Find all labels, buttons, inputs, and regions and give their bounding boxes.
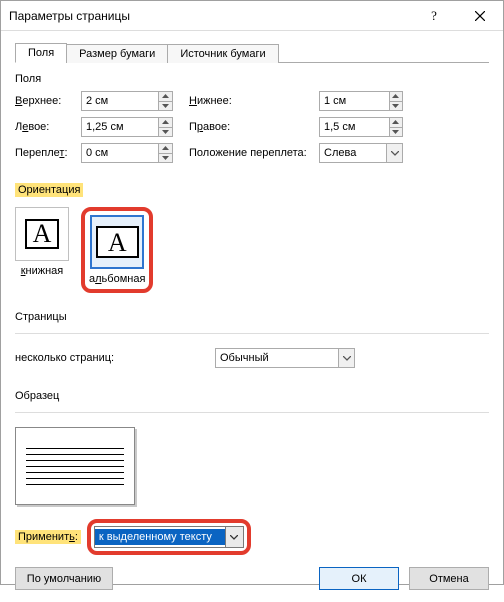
right-margin-value[interactable] <box>320 118 389 136</box>
apply-label: Применить: <box>15 530 81 544</box>
group-pages-label: Страницы <box>15 311 489 323</box>
landscape-label: альбомная <box>89 273 145 285</box>
apply-to-value: к выделенному тексту <box>95 529 225 545</box>
window-title: Параметры страницы <box>9 9 411 23</box>
highlight-orientation: A альбомная <box>81 207 153 293</box>
gutter-pos-combo[interactable]: Слева <box>319 143 403 163</box>
tab-paper-source[interactable]: Источник бумаги <box>167 44 278 63</box>
gutter-pos-value: Слева <box>320 147 386 159</box>
help-button[interactable]: ? <box>411 1 457 31</box>
portrait-label: книжная <box>21 265 64 277</box>
apply-row: Применить: к выделенному тексту <box>15 519 489 555</box>
bottom-margin-label: Нижнее: <box>189 95 319 107</box>
landscape-icon: A <box>90 215 144 269</box>
right-margin-input[interactable] <box>319 117 403 137</box>
cancel-button[interactable]: Отмена <box>409 567 489 590</box>
preview-page-icon <box>15 427 135 505</box>
svg-text:?: ? <box>431 10 437 22</box>
spin-up-icon[interactable] <box>390 118 402 128</box>
gutter-pos-label: Положение переплета: <box>189 147 319 159</box>
apply-to-combo[interactable]: к выделенному тексту <box>94 526 244 548</box>
spin-down-icon[interactable] <box>390 128 402 137</box>
gutter-input[interactable] <box>81 143 173 163</box>
chevron-down-icon[interactable] <box>386 144 402 162</box>
dialog-content: Поля Размер бумаги Источник бумаги Поля … <box>1 31 503 602</box>
orientation-portrait[interactable]: A книжная <box>15 207 69 293</box>
multi-pages-value: Обычный <box>216 352 338 364</box>
spin-down-icon[interactable] <box>159 154 172 163</box>
right-margin-label: Правое: <box>189 121 319 133</box>
defaults-button[interactable]: По умолчанию <box>15 567 113 590</box>
ok-button[interactable]: ОК <box>319 567 399 590</box>
spin-up-icon[interactable] <box>159 144 172 154</box>
orientation-landscape[interactable]: A альбомная <box>89 215 145 285</box>
left-margin-input[interactable] <box>81 117 173 137</box>
spin-down-icon[interactable] <box>390 102 402 111</box>
tab-margins[interactable]: Поля <box>15 43 67 63</box>
group-orientation-label: Ориентация <box>15 183 83 197</box>
footer: По умолчанию ОК Отмена <box>15 567 489 590</box>
top-margin-input[interactable] <box>81 91 173 111</box>
top-margin-value[interactable] <box>82 92 158 110</box>
chevron-down-icon[interactable] <box>225 527 243 547</box>
tab-strip: Поля Размер бумаги Источник бумаги <box>15 39 489 63</box>
highlight-apply: к выделенному тексту <box>87 519 251 555</box>
spin-up-icon[interactable] <box>159 118 172 128</box>
pages-row: несколько страниц: Обычный <box>15 348 489 368</box>
left-margin-label: Левое: <box>15 121 81 133</box>
multi-pages-label: несколько страниц: <box>15 352 205 364</box>
multi-pages-combo[interactable]: Обычный <box>215 348 355 368</box>
left-margin-value[interactable] <box>82 118 158 136</box>
gutter-label: Переплет: <box>15 147 81 159</box>
chevron-down-icon[interactable] <box>338 349 354 367</box>
portrait-icon: A <box>15 207 69 261</box>
top-margin-label: Верхнее: <box>15 95 81 107</box>
preview <box>15 427 489 505</box>
titlebar: Параметры страницы ? <box>1 1 503 31</box>
spin-up-icon[interactable] <box>390 92 402 102</box>
close-button[interactable] <box>457 1 503 31</box>
orientation-group: A книжная A альбомная <box>15 207 489 293</box>
spin-down-icon[interactable] <box>159 128 172 137</box>
tab-paper-size[interactable]: Размер бумаги <box>66 44 168 63</box>
bottom-margin-input[interactable] <box>319 91 403 111</box>
margins-grid: Верхнее: Нижнее: Левое: <box>15 91 489 163</box>
page-setup-dialog: Параметры страницы ? Поля Размер бумаги … <box>0 0 504 585</box>
group-preview-label: Образец <box>15 390 489 402</box>
spin-down-icon[interactable] <box>159 102 172 111</box>
bottom-margin-value[interactable] <box>320 92 389 110</box>
group-margins-label: Поля <box>15 73 489 85</box>
spin-up-icon[interactable] <box>159 92 172 102</box>
gutter-value[interactable] <box>82 144 158 162</box>
